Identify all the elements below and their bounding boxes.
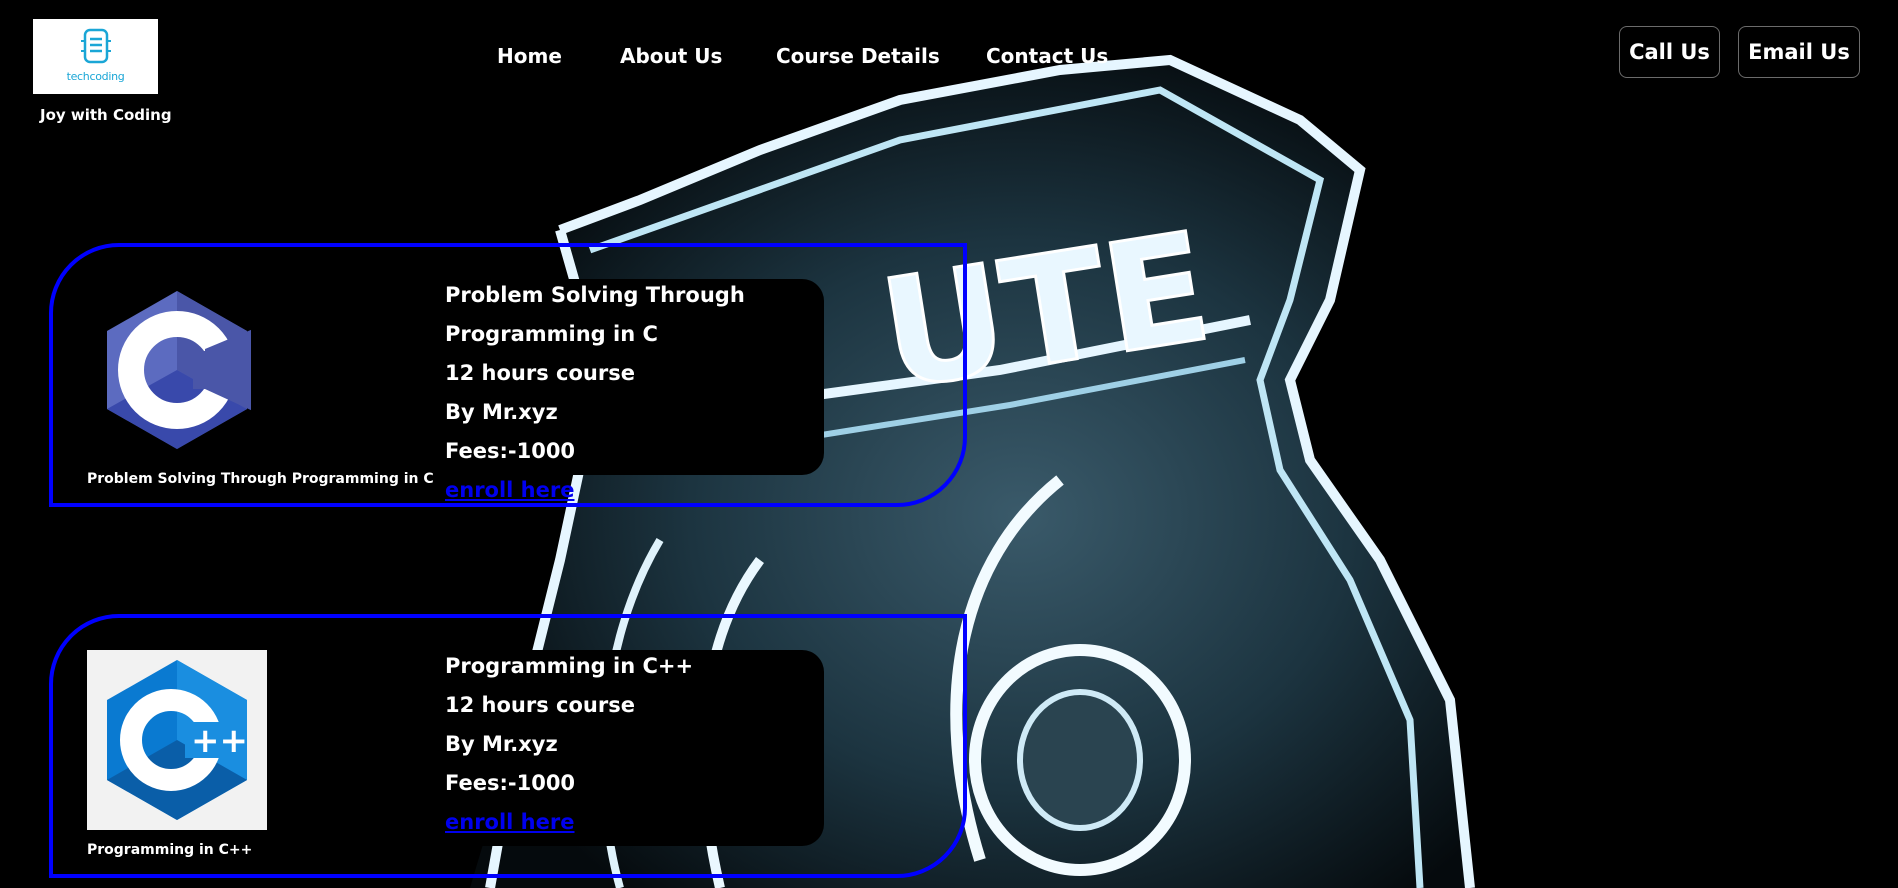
enroll-here-link[interactable]: enroll here xyxy=(445,478,574,502)
course-card-cpp: ++ Programming in C++ Programming in C++… xyxy=(49,614,967,878)
logo-notebook-icon xyxy=(81,28,111,64)
brand-tagline: Joy with Coding xyxy=(40,106,172,124)
course-duration: 12 hours course xyxy=(445,361,635,385)
course-title-line2: Programming in C xyxy=(445,322,658,346)
course-title-line1: Problem Solving Through xyxy=(445,283,745,307)
brand-logo[interactable]: techcoding xyxy=(33,19,158,94)
nav-home-link[interactable]: Home xyxy=(497,44,562,68)
email-us-button[interactable]: Email Us xyxy=(1738,26,1860,78)
course-card-c: Problem Solving Through Programming in C… xyxy=(49,243,967,507)
c-language-logo-icon xyxy=(103,289,253,455)
nav-contact-us-link[interactable]: Contact Us xyxy=(986,44,1108,68)
course-instructor: By Mr.xyz xyxy=(445,732,558,756)
call-us-button[interactable]: Call Us xyxy=(1619,26,1720,78)
course-fees: Fees:-1000 xyxy=(445,771,576,795)
course-info-panel: Programming in C++ 12 hours course By Mr… xyxy=(423,650,824,846)
course-caption: Programming in C++ xyxy=(87,842,253,858)
enroll-here-link[interactable]: enroll here xyxy=(445,810,574,834)
course-caption: Problem Solving Through Programming in C xyxy=(87,471,434,487)
course-fees: Fees:-1000 xyxy=(445,439,576,463)
svg-text:++: ++ xyxy=(191,721,248,761)
logo-text: techcoding xyxy=(66,70,125,83)
cpp-language-logo-icon: ++ xyxy=(87,650,267,830)
course-duration: 12 hours course xyxy=(445,693,635,717)
nav-about-us-link[interactable]: About Us xyxy=(620,44,722,68)
course-info-panel: Problem Solving Through Programming in C… xyxy=(423,279,824,502)
course-title-line1: Programming in C++ xyxy=(445,654,694,678)
course-instructor: By Mr.xyz xyxy=(445,400,558,424)
nav-course-details-link[interactable]: Course Details xyxy=(776,44,940,68)
